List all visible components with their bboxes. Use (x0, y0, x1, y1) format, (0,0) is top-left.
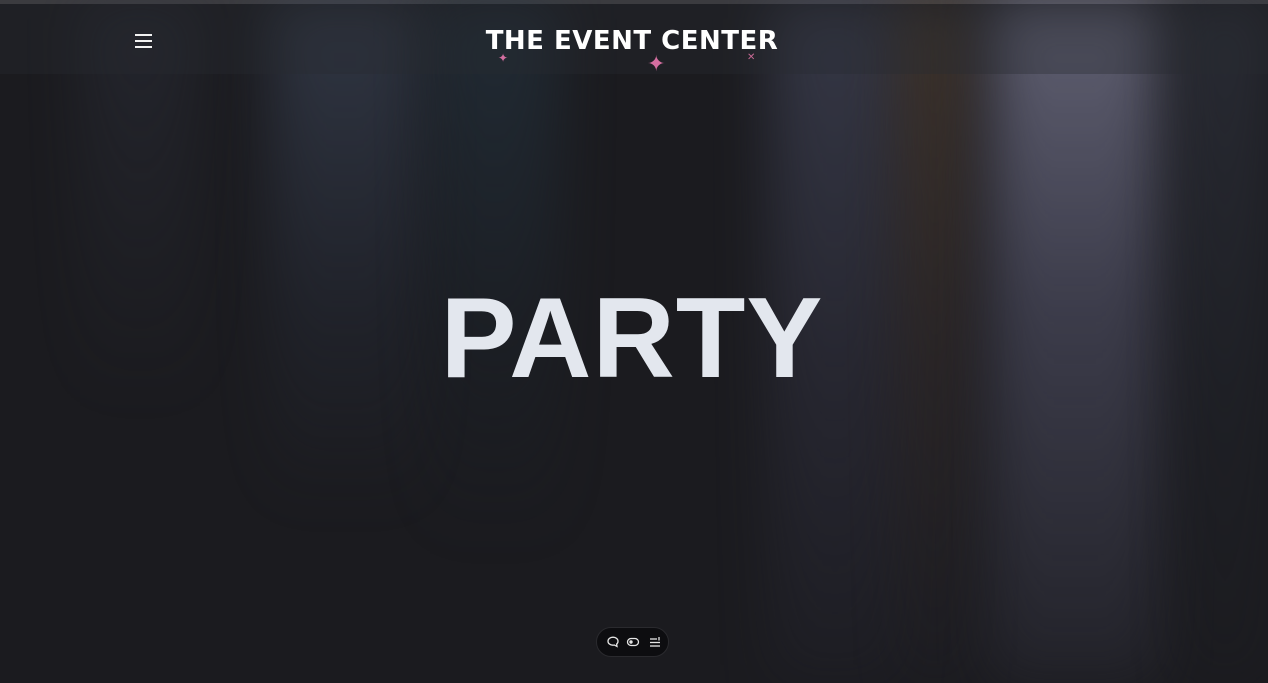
site-logo[interactable]: THE EVENT CENTER (0, 26, 1264, 56)
toggle-view-icon[interactable] (626, 635, 640, 649)
sparkle-icon: ✦ (647, 52, 666, 77)
sparkle-icon: ✕ (747, 52, 756, 63)
chat-bubble-icon[interactable] (606, 635, 620, 649)
site-header: THE EVENT CENTER ✦ ✦ ✕ (0, 4, 1268, 77)
page: THE EVENT CENTER ✦ ✦ ✕ PARTY (0, 0, 1268, 683)
hero-title: PARTY (440, 275, 824, 402)
sparkle-icon: ✦ (498, 51, 509, 65)
list-settings-icon[interactable] (648, 635, 662, 649)
floating-toolbar (596, 627, 669, 657)
